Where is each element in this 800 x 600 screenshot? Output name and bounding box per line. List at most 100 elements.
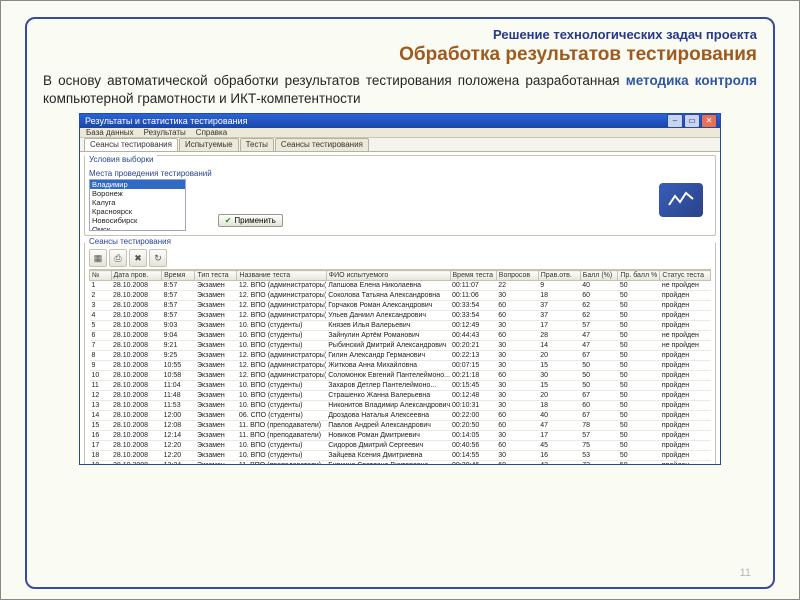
table-cell: 00:21:18 <box>450 371 496 381</box>
tool-refresh-icon[interactable]: ↻ <box>149 249 167 267</box>
table-row[interactable]: 428.10.20088:57Экзамен12. ВПО (администр… <box>90 311 711 321</box>
column-header[interactable]: ФИО испытуемого <box>326 271 450 281</box>
column-header[interactable]: Название теста <box>237 271 326 281</box>
table-cell: 00:07:15 <box>450 361 496 371</box>
minimize-button[interactable]: – <box>667 114 683 128</box>
table-cell: Экзамен <box>195 311 237 321</box>
table-cell: Биркина Светлана Викторовна <box>326 461 450 466</box>
column-header[interactable]: Время <box>162 271 195 281</box>
table-row[interactable]: 128.10.20088:57Экзамен12. ВПО (администр… <box>90 281 711 291</box>
maximize-button[interactable]: ▭ <box>684 114 700 128</box>
table-cell: 45 <box>538 441 580 451</box>
menu-item[interactable]: Результаты <box>144 128 186 137</box>
table-cell: 12:00 <box>162 411 195 421</box>
table-row[interactable]: 1528.10.200812:08Экзамен11. ВПО (препода… <box>90 421 711 431</box>
table-cell: 12. ВПО (администраторы) <box>237 301 326 311</box>
city-listbox[interactable]: ВладимирВоронежКалугаКрасноярскНовосибир… <box>89 179 186 231</box>
table-cell: Экзамен <box>195 431 237 441</box>
table-cell: 00:40:56 <box>450 441 496 451</box>
list-item[interactable]: Владимир <box>90 180 185 189</box>
table-cell: 60 <box>496 461 538 466</box>
table-row[interactable]: 1028.10.200810:58Экзамен12. ВПО (админис… <box>90 371 711 381</box>
table-cell: 8:57 <box>162 291 195 301</box>
table-cell: 50 <box>618 311 660 321</box>
table-cell: 50 <box>580 371 618 381</box>
table-cell: 67 <box>580 351 618 361</box>
tab[interactable]: Сеансы тестирования <box>275 138 369 151</box>
table-row[interactable]: 1428.10.200812:00Экзамен06. СПО (студент… <box>90 411 711 421</box>
column-header[interactable]: Пр. балл % <box>618 271 660 281</box>
list-item[interactable]: Новосибирск <box>90 216 185 225</box>
tool-print-icon[interactable]: ⎙ <box>109 249 127 267</box>
titlebar[interactable]: Результаты и статистика тестирования – ▭… <box>80 114 720 128</box>
table-cell: Никонитов Владимир Александрович <box>326 401 450 411</box>
column-header[interactable]: Статус теста <box>660 271 711 281</box>
table-row[interactable]: 1928.10.200812:24Экзамен11. ВПО (препода… <box>90 461 711 466</box>
table-cell: 00:22:00 <box>450 411 496 421</box>
table-row[interactable]: 728.10.20089:21Экзамен10. ВПО (студенты)… <box>90 341 711 351</box>
table-row[interactable]: 1128.10.200811:04Экзамен10. ВПО (студент… <box>90 381 711 391</box>
tab[interactable]: Тесты <box>240 138 274 151</box>
table-cell: 17 <box>90 441 112 451</box>
list-item[interactable]: Воронеж <box>90 189 185 198</box>
chart-icon[interactable] <box>659 183 703 217</box>
menu-item[interactable]: Справка <box>196 128 227 137</box>
table-cell: 60 <box>496 371 538 381</box>
table-cell: Экзамен <box>195 461 237 466</box>
table-cell: 28.10.2008 <box>111 351 162 361</box>
table-cell: Сидоров Дмитрий Сергеевич <box>326 441 450 451</box>
table-row[interactable]: 928.10.200810:55Экзамен12. ВПО (админист… <box>90 361 711 371</box>
close-button[interactable]: ✕ <box>701 114 717 128</box>
table-row[interactable]: 828.10.20089:25Экзамен12. ВПО (администр… <box>90 351 711 361</box>
tool-delete-icon[interactable]: ✖ <box>129 249 147 267</box>
apply-button[interactable]: ✔ Применить <box>218 214 283 227</box>
table-cell: 40 <box>538 411 580 421</box>
table-row[interactable]: 1628.10.200812:14Экзамен11. ВПО (препода… <box>90 431 711 441</box>
tab[interactable]: Испытуемые <box>179 138 239 151</box>
list-item[interactable]: Омск <box>90 225 185 231</box>
table-cell: Экзамен <box>195 291 237 301</box>
table-cell: 28.10.2008 <box>111 291 162 301</box>
table-cell: 50 <box>618 281 660 291</box>
table-row[interactable]: 628.10.20089:04Экзамен10. ВПО (студенты)… <box>90 331 711 341</box>
table-cell: 30 <box>496 351 538 361</box>
table-cell: 28 <box>538 331 580 341</box>
table-cell: 9:25 <box>162 351 195 361</box>
table-cell: 10. ВПО (студенты) <box>237 321 326 331</box>
table-cell: пройден <box>660 451 711 461</box>
column-header[interactable]: Прав.отв. <box>538 271 580 281</box>
table-cell: 10. ВПО (студенты) <box>237 451 326 461</box>
table-row[interactable]: 528.10.20089:03Экзамен10. ВПО (студенты)… <box>90 321 711 331</box>
table-row[interactable]: 1228.10.200811:48Экзамен10. ВПО (студент… <box>90 391 711 401</box>
menu-item[interactable]: База данных <box>86 128 134 137</box>
table-cell: Ульев Даниил Александрович <box>326 311 450 321</box>
table-cell: 28.10.2008 <box>111 411 162 421</box>
table-row[interactable]: 228.10.20088:57Экзамен12. ВПО (администр… <box>90 291 711 301</box>
table-cell: 8:57 <box>162 311 195 321</box>
column-header[interactable]: Время теста <box>450 271 496 281</box>
tab[interactable]: Сеансы тестирования <box>84 138 178 151</box>
table-cell: 00:33:54 <box>450 311 496 321</box>
table-row[interactable]: 1728.10.200812:20Экзамен10. ВПО (студент… <box>90 441 711 451</box>
list-item[interactable]: Калуга <box>90 198 185 207</box>
table-cell: 67 <box>580 391 618 401</box>
table-row[interactable]: 1328.10.200811:53Экзамен10. ВПО (студент… <box>90 401 711 411</box>
table-cell: 11:53 <box>162 401 195 411</box>
table-row[interactable]: 1828.10.200812:20Экзамен10. ВПО (студент… <box>90 451 711 461</box>
column-header[interactable]: № <box>90 271 112 281</box>
column-header[interactable]: Вопросов <box>496 271 538 281</box>
table-row[interactable]: 328.10.20088:57Экзамен12. ВПО (администр… <box>90 301 711 311</box>
table-cell: 50 <box>618 461 660 466</box>
table-cell: 7 <box>90 341 112 351</box>
table-cell: 9:03 <box>162 321 195 331</box>
column-header[interactable]: Балл (%) <box>580 271 618 281</box>
table-cell: 06. СПО (студенты) <box>237 411 326 421</box>
table-cell: 9:04 <box>162 331 195 341</box>
column-header[interactable]: Дата пров. <box>111 271 162 281</box>
table-cell: 28.10.2008 <box>111 431 162 441</box>
results-table: №Дата пров.ВремяТип тестаНазвание тестаФ… <box>89 270 711 465</box>
tool-excel-icon[interactable]: ▦ <box>89 249 107 267</box>
list-item[interactable]: Красноярск <box>90 207 185 216</box>
column-header[interactable]: Тип теста <box>195 271 237 281</box>
page-number: 11 <box>740 567 751 579</box>
